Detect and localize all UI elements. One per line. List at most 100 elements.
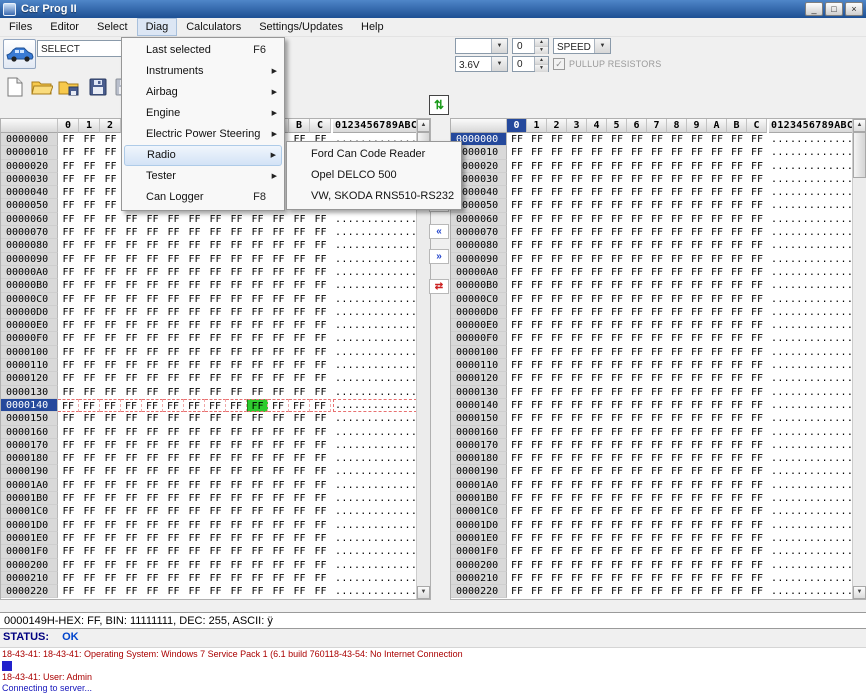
hex-cell[interactable]: FF [687, 519, 707, 532]
hex-cell[interactable]: FF [507, 306, 527, 319]
hex-cell[interactable]: FF [647, 572, 667, 585]
spin-up-icon[interactable]: ▲ [535, 39, 548, 47]
hex-cell[interactable]: FF [687, 572, 707, 585]
hex-cell[interactable]: FF [163, 306, 184, 319]
hex-cell[interactable]: FF [184, 439, 205, 452]
hex-cell[interactable]: FF [667, 426, 687, 439]
hex-cell[interactable]: FF [727, 492, 747, 505]
menu-item-settings-updates[interactable]: Settings/Updates [250, 18, 352, 36]
hex-cell[interactable]: FF [667, 293, 687, 306]
hex-cell[interactable]: FF [142, 319, 163, 332]
hex-cell[interactable]: FF [747, 585, 767, 598]
hex-cell[interactable]: FF [667, 545, 687, 558]
row-address[interactable]: 0000190 [1, 465, 58, 478]
hex-cell[interactable]: FF [247, 412, 268, 425]
hex-cell[interactable]: FF [507, 160, 527, 173]
hex-cell[interactable]: FF [58, 519, 79, 532]
hex-cell[interactable]: FF [687, 412, 707, 425]
hex-cell[interactable]: FF [527, 572, 547, 585]
hex-cell[interactable]: FF [627, 572, 647, 585]
ascii-cell[interactable]: ............. [769, 426, 853, 439]
hex-cell[interactable]: FF [747, 465, 767, 478]
hex-cell[interactable]: FF [687, 479, 707, 492]
hex-cell[interactable]: FF [587, 559, 607, 572]
hex-cell[interactable]: FF [247, 479, 268, 492]
row-address[interactable]: 00001A0 [451, 479, 507, 492]
hex-cell[interactable]: FF [547, 585, 567, 598]
ascii-cell[interactable]: ............. [333, 386, 417, 399]
hex-cell[interactable]: FF [727, 239, 747, 252]
hex-cell[interactable]: FF [142, 293, 163, 306]
hex-cell[interactable]: FF [707, 306, 727, 319]
hex-cell[interactable]: FF [268, 279, 289, 292]
menu-item-calculators[interactable]: Calculators [177, 18, 250, 36]
hex-cell[interactable]: FF [268, 359, 289, 372]
hex-cell[interactable]: FF [226, 585, 247, 598]
hex-cell[interactable]: FF [507, 346, 527, 359]
ascii-cell[interactable]: ............. [769, 226, 853, 239]
hex-cell[interactable]: FF [707, 160, 727, 173]
hex-cell[interactable]: FF [142, 226, 163, 239]
hex-cell[interactable]: FF [79, 386, 100, 399]
hex-cell[interactable]: FF [747, 226, 767, 239]
hex-cell[interactable]: FF [647, 306, 667, 319]
hex-cell[interactable]: FF [58, 426, 79, 439]
hex-cell[interactable]: FF [687, 386, 707, 399]
menu-item-help[interactable]: Help [352, 18, 393, 36]
hex-cell[interactable]: FF [687, 226, 707, 239]
dropdown-arrow-icon[interactable]: ▼ [491, 39, 507, 53]
ascii-cell[interactable]: ............. [333, 213, 417, 226]
hex-cell[interactable]: FF [184, 386, 205, 399]
hex-cell[interactable]: FF [247, 386, 268, 399]
hex-cell[interactable]: FF [79, 253, 100, 266]
hex-cell[interactable]: FF [707, 279, 727, 292]
hex-cell[interactable]: FF [667, 372, 687, 385]
ascii-cell[interactable]: ............. [333, 253, 417, 266]
transfer-swap-icon[interactable]: ⇄ [429, 279, 449, 294]
hex-cell[interactable]: FF [247, 426, 268, 439]
hex-cell[interactable]: FF [687, 346, 707, 359]
ascii-cell[interactable]: ............. [333, 359, 417, 372]
hex-cell[interactable]: FF [747, 133, 767, 146]
hex-cell[interactable]: FF [627, 452, 647, 465]
hex-cell[interactable]: FF [310, 213, 331, 226]
hex-cell[interactable]: FF [100, 226, 121, 239]
row-address[interactable]: 00001B0 [451, 492, 507, 505]
hex-cell[interactable]: FF [58, 306, 79, 319]
hex-cell[interactable]: FF [527, 585, 547, 598]
hex-cell[interactable]: FF [79, 173, 100, 186]
ascii-cell[interactable]: ............. [333, 346, 417, 359]
row-address[interactable]: 00001A0 [1, 479, 58, 492]
hex-cell[interactable]: FF [747, 160, 767, 173]
hex-cell[interactable]: FF [727, 519, 747, 532]
hex-cell[interactable]: FF [567, 439, 587, 452]
hex-cell[interactable]: FF [163, 479, 184, 492]
hex-cell[interactable]: FF [121, 386, 142, 399]
hex-cell[interactable]: FF [58, 545, 79, 558]
hex-cell[interactable]: FF [100, 479, 121, 492]
hex-cell[interactable]: FF [205, 266, 226, 279]
hex-cell[interactable]: FF [667, 239, 687, 252]
ascii-cell[interactable]: ............. [769, 253, 853, 266]
ascii-cell[interactable]: ............. [769, 545, 853, 558]
hex-cell[interactable]: FF [567, 585, 587, 598]
hex-cell[interactable]: FF [226, 452, 247, 465]
hex-cell[interactable]: FF [205, 585, 226, 598]
hex-cell[interactable]: FF [268, 585, 289, 598]
hex-cell[interactable]: FF [121, 332, 142, 345]
hex-cell[interactable]: FF [184, 359, 205, 372]
hex-cell[interactable]: FF [79, 160, 100, 173]
hex-cell[interactable]: FF [647, 160, 667, 173]
hex-cell[interactable]: FF [58, 439, 79, 452]
hex-cell[interactable]: FF [587, 519, 607, 532]
hex-cell[interactable]: FF [607, 426, 627, 439]
hex-cell[interactable]: FF [507, 279, 527, 292]
hex-cell[interactable]: FF [707, 426, 727, 439]
hex-cell[interactable]: FF [310, 332, 331, 345]
hex-cell[interactable]: FF [121, 439, 142, 452]
hex-cell[interactable]: FF [247, 452, 268, 465]
hex-cell[interactable]: FF [647, 332, 667, 345]
hex-cell[interactable]: FF [507, 133, 527, 146]
hex-cell[interactable]: FF [507, 532, 527, 545]
hex-cell[interactable]: FF [121, 319, 142, 332]
